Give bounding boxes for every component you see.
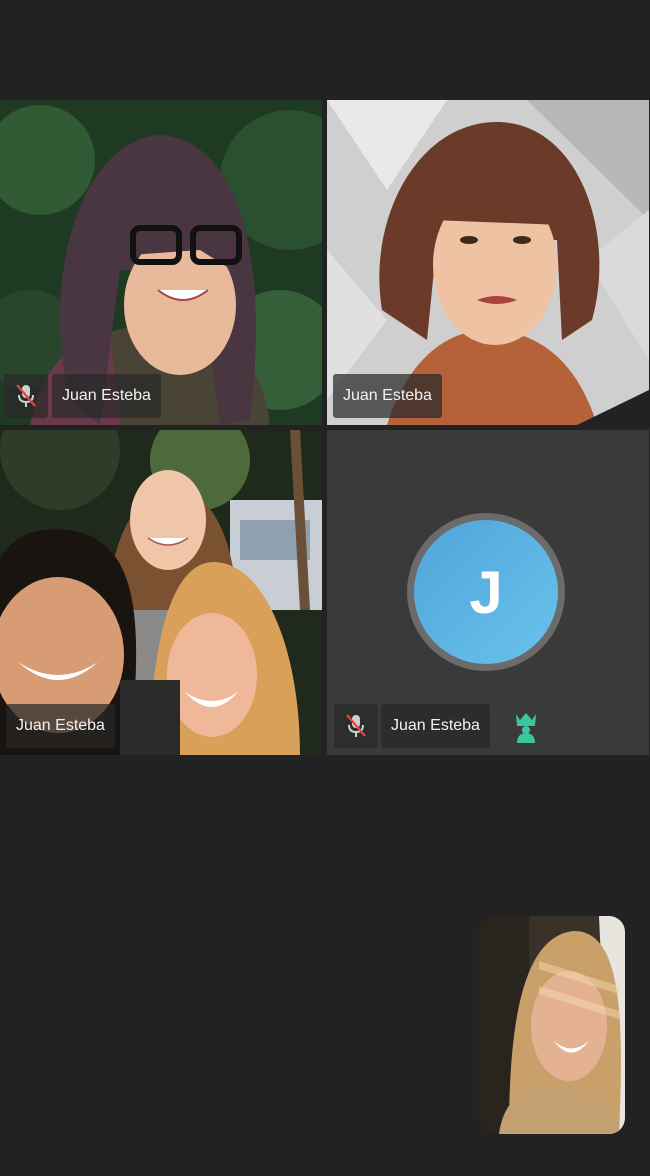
participant-name-label: Juan Esteba xyxy=(6,704,115,748)
participant-tile-2[interactable]: Juan Esteba xyxy=(327,100,649,425)
self-video-preview[interactable] xyxy=(479,916,625,1134)
participant-name-label: Juan Esteba xyxy=(333,374,442,418)
muted-mic-icon xyxy=(334,704,378,748)
participant-name-label: Juan Esteba xyxy=(381,704,490,748)
participant-name-label: Juan Esteba xyxy=(52,374,161,418)
participant-video-1 xyxy=(0,100,322,425)
muted-mic-icon xyxy=(4,374,48,418)
avatar-initial: J xyxy=(414,520,558,664)
participant-tile-3[interactable]: Juan Esteba xyxy=(0,430,322,755)
crown-icon xyxy=(516,713,536,743)
participant-tile-4[interactable]: J Juan Esteba xyxy=(327,430,649,755)
participant-avatar: J xyxy=(407,513,565,671)
self-video xyxy=(479,916,625,1134)
participant-tile-1[interactable]: Juan Esteba xyxy=(0,100,322,425)
